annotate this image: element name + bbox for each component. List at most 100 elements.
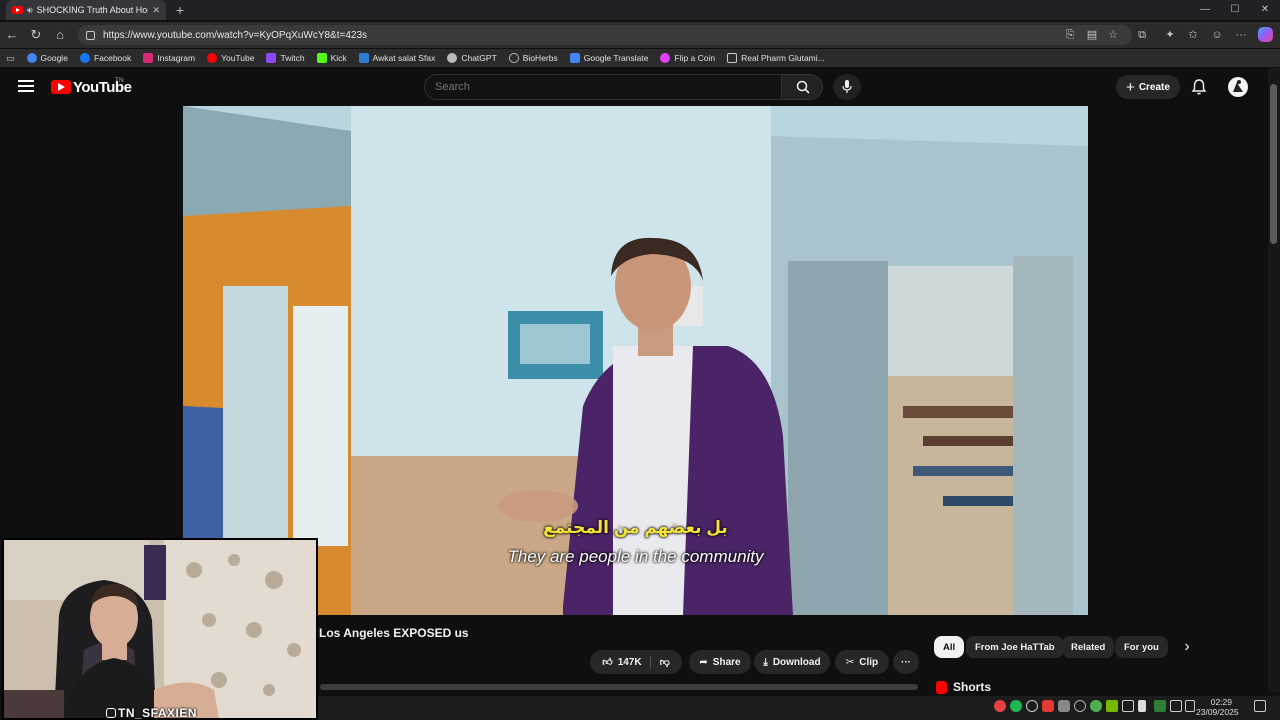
- shorts-section-header: Shorts: [936, 680, 991, 694]
- tray-moon-icon[interactable]: [1074, 700, 1086, 712]
- tray-circle-icon[interactable]: [1026, 700, 1038, 712]
- taskbar-clock[interactable]: 02:29 23/09/2025: [1196, 697, 1239, 717]
- bookmark-youtube[interactable]: YouTube: [207, 53, 254, 63]
- spotify-tray-icon[interactable]: [1010, 700, 1022, 712]
- browser-tab-active[interactable]: 🔊︎ SHOCKING Truth About Home ✕: [6, 0, 166, 20]
- reader-mode-icon[interactable]: ▤: [1084, 27, 1100, 43]
- microphone-icon: [842, 80, 852, 93]
- bookmark-instagram[interactable]: Instagram: [143, 53, 195, 63]
- tray-usb-icon[interactable]: [1138, 700, 1146, 712]
- video-player[interactable]: [183, 106, 1088, 615]
- youtube-icon: [207, 53, 218, 63]
- plus-icon: +: [1126, 78, 1135, 96]
- chips-next-arrow-icon[interactable]: ›: [1180, 636, 1194, 658]
- page-scrollbar-thumb[interactable]: [1270, 84, 1277, 244]
- webcam-feed: [4, 540, 316, 718]
- more-dots-icon: ···: [901, 656, 911, 668]
- nvidia-tray-icon[interactable]: [1106, 700, 1118, 712]
- youtube-favicon-icon: [12, 6, 23, 14]
- bookmark-twitch[interactable]: Twitch: [266, 53, 305, 63]
- hamburger-menu-icon[interactable]: [18, 80, 34, 94]
- favorite-star-icon[interactable]: ☆: [1105, 27, 1121, 43]
- bookmarks-bar: ▭ Google Facebook Instagram YouTube Twit…: [0, 49, 1280, 67]
- reload-icon[interactable]: ↻: [24, 23, 48, 47]
- bookmark-real-pharm[interactable]: Real Pharm Glutami...: [727, 53, 825, 63]
- bookmark-bioherbs[interactable]: BioHerbs: [508, 53, 558, 63]
- speaker-icon[interactable]: 🔊︎: [27, 5, 33, 16]
- bookmark-facebook[interactable]: Facebook: [79, 53, 131, 63]
- clock-time: 02:29: [1210, 697, 1232, 707]
- facebook-icon: [79, 53, 90, 63]
- home-icon[interactable]: ⌂: [48, 23, 72, 47]
- tray-record-icon[interactable]: [1042, 700, 1054, 712]
- twitch-icon: [266, 53, 277, 63]
- tray-green-icon[interactable]: [1090, 700, 1102, 712]
- maximize-button[interactable]: ☐: [1220, 2, 1250, 18]
- chip-from-channel[interactable]: From Joe HaTTab: [966, 636, 1064, 658]
- extensions-icon[interactable]: ⧉: [1134, 27, 1150, 43]
- volume-icon[interactable]: [1185, 700, 1195, 712]
- instagram-icon: [106, 708, 116, 718]
- network-icon[interactable]: [1170, 700, 1182, 712]
- back-arrow-icon[interactable]: ←: [0, 23, 24, 47]
- like-button[interactable]: 👍︎ 147K: [602, 656, 651, 668]
- youtube-logo-icon[interactable]: [51, 80, 71, 94]
- translate-icon[interactable]: ⎘: [1062, 27, 1078, 43]
- google-translate-icon: [569, 53, 580, 63]
- extension-icon[interactable]: ✦: [1162, 27, 1178, 43]
- tray-gamepad-icon[interactable]: [1058, 700, 1070, 712]
- close-window-button[interactable]: ✕: [1250, 2, 1280, 18]
- horizontal-scrollbar[interactable]: [320, 684, 918, 690]
- create-label: Create: [1138, 81, 1170, 93]
- notification-center-icon[interactable]: [1254, 700, 1266, 712]
- awkat-salat-icon: [358, 53, 369, 63]
- google-icon: [26, 53, 37, 63]
- shorts-icon: [936, 680, 947, 694]
- address-bar[interactable]: https://www.youtube.com/watch?v=KyOPqXuW…: [78, 25, 1132, 45]
- profile-icon[interactable]: ☺: [1209, 27, 1225, 43]
- windows-taskbar: [318, 696, 1280, 720]
- tray-app-icon[interactable]: [994, 700, 1006, 712]
- voice-search-button[interactable]: [833, 74, 861, 100]
- bookmark-chatgpt[interactable]: ChatGPT: [447, 53, 497, 63]
- subtitle-english: They are people in the community: [507, 547, 764, 566]
- bookmark-awkat-salat[interactable]: Awkat salat Sfax: [358, 53, 435, 63]
- create-button[interactable]: + Create: [1116, 75, 1180, 99]
- tab-title: SHOCKING Truth About Home: [36, 5, 149, 15]
- tray-shield-icon[interactable]: [1122, 700, 1134, 712]
- browser-tab-bar: [0, 0, 1280, 20]
- favorites-icon[interactable]: ✩: [1185, 27, 1201, 43]
- new-tab-button[interactable]: +: [172, 1, 188, 19]
- settings-more-icon[interactable]: ···: [1233, 27, 1249, 43]
- site-info-icon[interactable]: [86, 30, 95, 40]
- chip-for-you[interactable]: For you: [1115, 636, 1168, 658]
- chip-related[interactable]: Related: [1062, 636, 1115, 658]
- clock-date: 23/09/2025: [1196, 707, 1239, 717]
- search-input[interactable]: [424, 74, 782, 100]
- bookmark-google-translate[interactable]: Google Translate: [569, 53, 648, 63]
- minimize-button[interactable]: —: [1190, 2, 1220, 18]
- search-icon: [796, 80, 810, 94]
- copilot-icon[interactable]: [1258, 27, 1273, 42]
- scissors-icon: ✂: [845, 656, 855, 668]
- shorts-label: Shorts: [953, 680, 992, 694]
- share-button[interactable]: ➦ Share: [689, 650, 751, 674]
- notifications-bell-icon[interactable]: [1190, 78, 1208, 96]
- webcam-username-tag: TN_SFAXIEN: [106, 706, 197, 720]
- tray-sync-icon[interactable]: [1154, 700, 1166, 712]
- clip-button[interactable]: ✂ Clip: [835, 650, 889, 674]
- coin-icon: [660, 53, 671, 63]
- bookmark-flip-a-coin[interactable]: Flip a Coin: [660, 53, 715, 63]
- chip-all[interactable]: All: [934, 636, 965, 658]
- bookmarks-folder-icon[interactable]: ▭: [6, 53, 15, 64]
- kick-icon: [316, 53, 327, 63]
- chatgpt-icon: [447, 53, 458, 63]
- bookmark-kick[interactable]: Kick: [316, 53, 347, 63]
- account-avatar[interactable]: [1228, 77, 1248, 97]
- dislike-button[interactable]: 👎︎: [656, 656, 670, 668]
- bookmark-google[interactable]: Google: [26, 53, 68, 63]
- download-button[interactable]: ⤓ Download: [754, 650, 830, 674]
- search-button[interactable]: [781, 74, 823, 100]
- more-actions-button[interactable]: ···: [893, 650, 919, 674]
- tab-close-icon[interactable]: ✕: [152, 5, 160, 16]
